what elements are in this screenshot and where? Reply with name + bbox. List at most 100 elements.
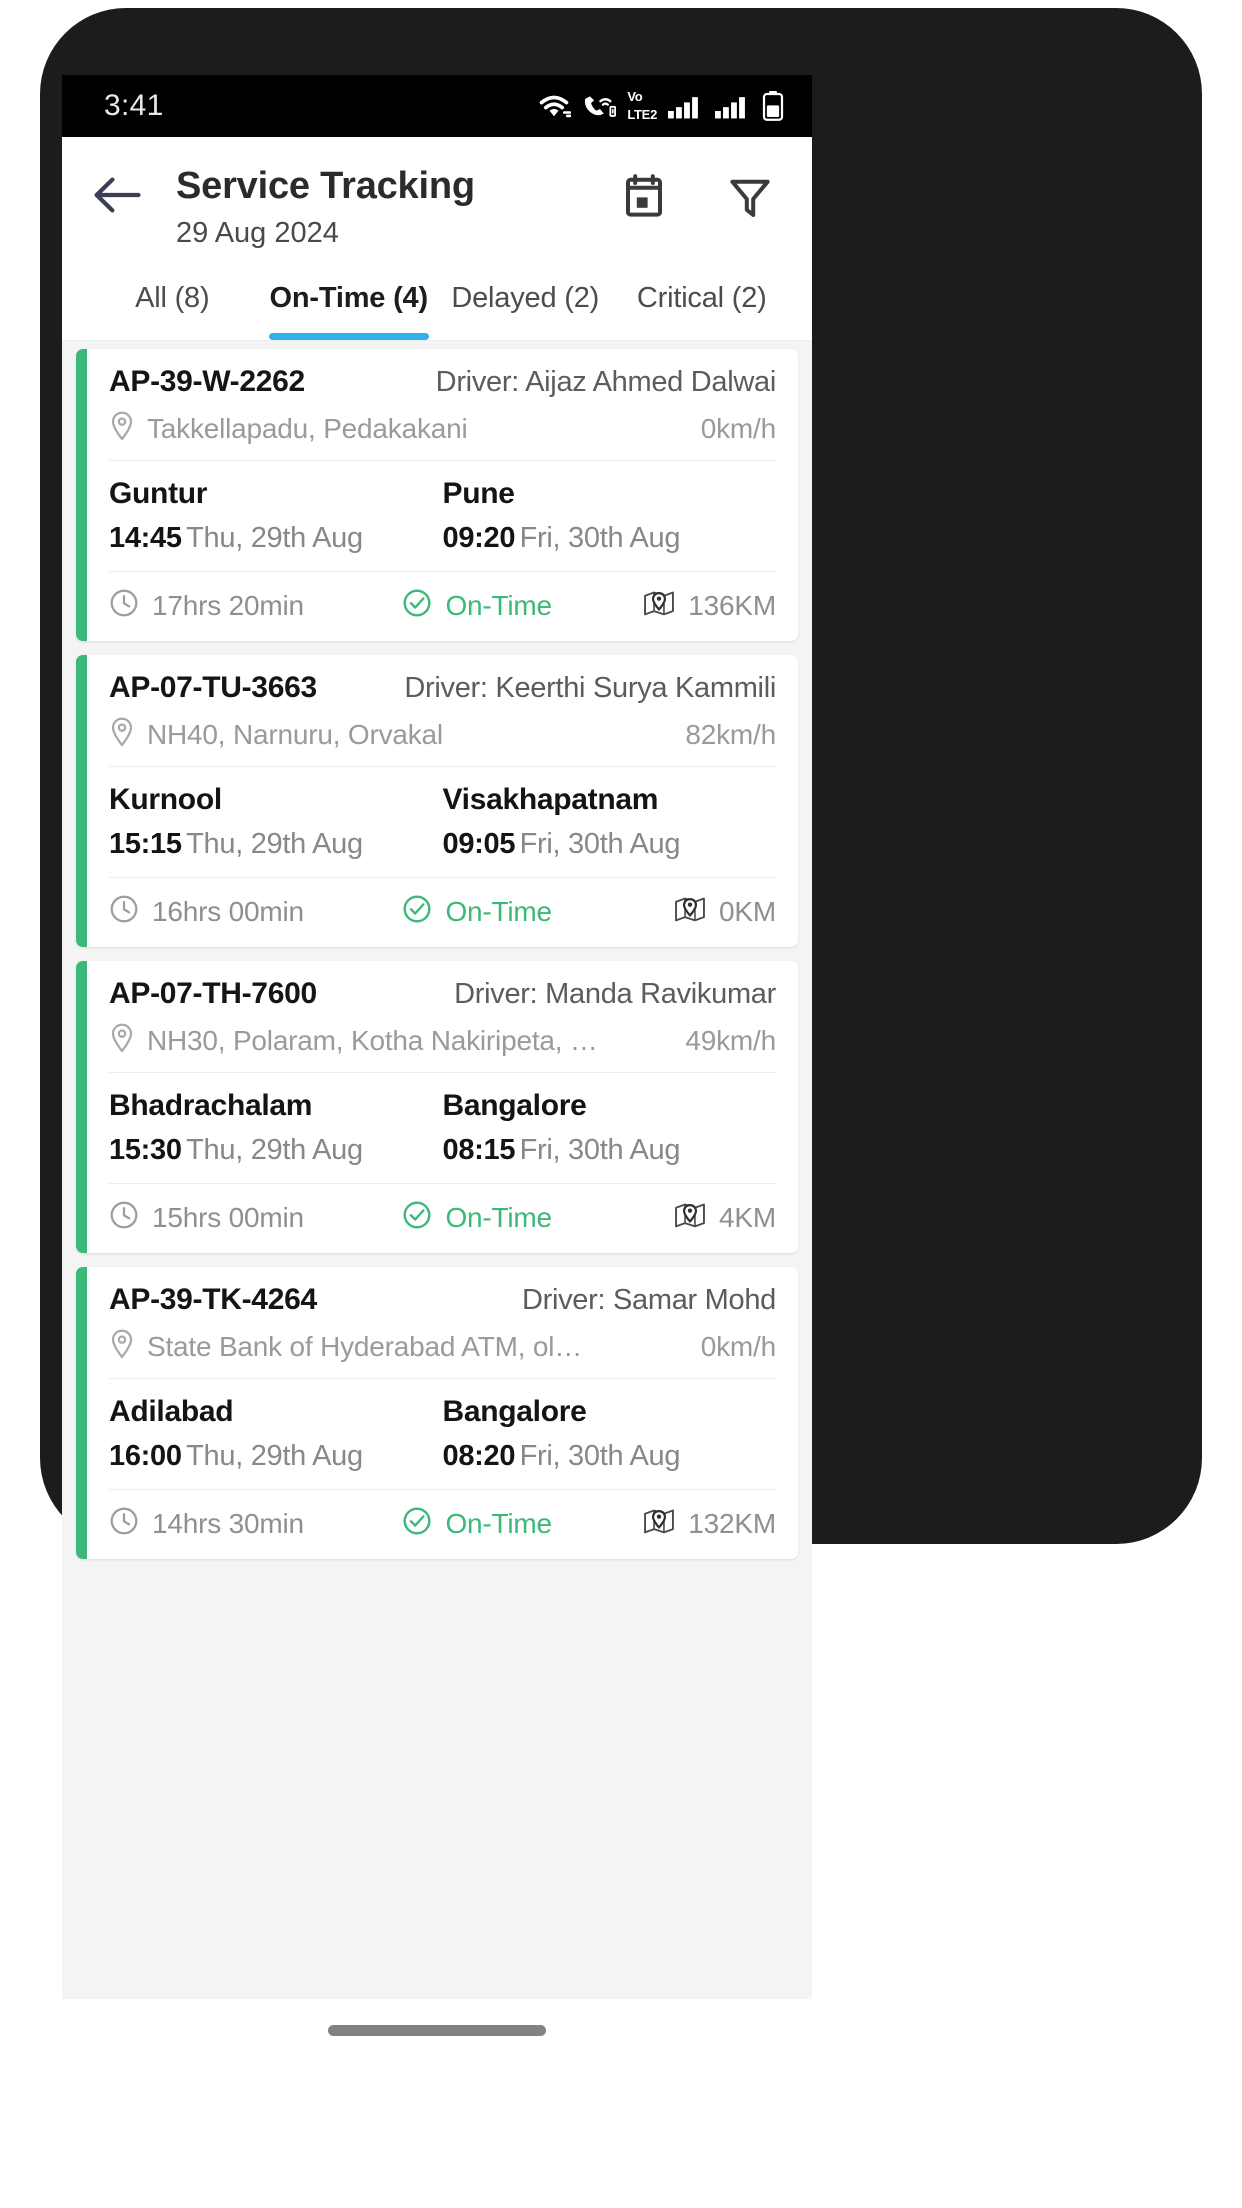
check-circle-icon [402,894,432,929]
trip-distance: 0KM [643,894,776,929]
origin-city: Adilabad [109,1395,234,1428]
trip-card-body: AP-07-TU-3663 Driver: Keerthi Surya Kamm… [87,655,798,947]
trip-card-header: AP-39-W-2262 Driver: Aijaz Ahmed Dalwai [87,349,798,460]
origin-date: Thu, 29th Aug [186,1134,363,1166]
duration-text: 15hrs 00min [152,1201,304,1233]
tab-critical-label: Critical (2) [636,282,767,314]
vehicle-number: AP-07-TH-7600 [109,977,317,1010]
status-accent-bar [76,961,87,1253]
route-origin: Adilabad 16:00 Thu, 29th Aug [109,1395,443,1473]
tab-critical-underline [622,333,783,340]
trip-list[interactable]: AP-39-W-2262 Driver: Aijaz Ahmed Dalwai [62,341,812,1999]
current-speed: 49km/h [685,1024,776,1056]
trip-duration: 14hrs 30min [109,1506,402,1541]
tab-on-time-underline [268,333,429,340]
vehicle-number: AP-39-TK-4264 [109,1283,317,1316]
location-pin-icon [109,411,135,446]
trip-card-header: AP-39-TK-4264 Driver: Samar Mohd State B… [87,1267,798,1378]
status-bar: 3:41 Vo LTE2 [62,75,812,137]
map-pin-icon [643,588,675,623]
table-row[interactable]: AP-39-W-2262 Driver: Aijaz Ahmed Dalwai [76,349,798,641]
status-bar-icons: Vo LTE2 [537,88,784,124]
route-origin: Kurnool 15:15 Thu, 29th Aug [109,783,443,861]
location-pin-icon [109,717,135,752]
origin-date: Thu, 29th Aug [186,522,363,554]
table-row[interactable]: AP-07-TH-7600 Driver: Manda Ravikumar NH… [76,961,798,1253]
page-title: Service Tracking [176,165,475,207]
driver-name: Driver: Aijaz Ahmed Dalwai [435,365,777,398]
current-location: Takkellapadu, Pedakakani [147,412,468,444]
trip-card-body: AP-39-W-2262 Driver: Aijaz Ahmed Dalwai [87,349,798,641]
status-text: On-Time [445,895,552,927]
table-row[interactable]: AP-07-TU-3663 Driver: Keerthi Surya Kamm… [76,655,798,947]
destination-date: Fri, 30th Aug [519,1440,681,1472]
destination-date: Fri, 30th Aug [519,828,681,860]
trip-card-header: AP-07-TU-3663 Driver: Keerthi Surya Kamm… [87,655,798,766]
trip-card-body: AP-07-TH-7600 Driver: Manda Ravikumar NH… [87,961,798,1253]
wifi-icon [537,93,572,119]
status-badge: On-Time [402,894,642,929]
status-text: On-Time [445,1201,552,1233]
map-pin-icon [674,894,706,929]
location-pin-icon [109,1329,135,1364]
trip-card-footer: 16hrs 00min On-Time 0KM [87,878,798,947]
duration-text: 14hrs 30min [152,1507,304,1539]
app-bar-titles: Service Tracking 29 Aug 2024 [154,163,620,250]
distance-text: 132KM [688,1507,776,1539]
driver-name: Driver: Samar Mohd [521,1283,776,1316]
destination-time: 09:05 [442,828,516,860]
tab-critical[interactable]: Critical (2) [614,264,791,340]
tab-delayed-label: Delayed (2) [451,282,600,314]
back-button[interactable] [92,163,154,225]
route-destination: Bangalore 08:20 Fri, 30th Aug [443,1395,777,1473]
current-location: NH40, Narnuru, Orvakal [147,718,443,750]
distance-text: 0KM [719,895,776,927]
route-origin: Bhadrachalam 15:30 Thu, 29th Aug [109,1089,443,1167]
origin-time: 16:00 [109,1440,182,1472]
map-pin-icon [643,1506,675,1541]
current-speed: 82km/h [685,718,776,750]
trip-card-footer: 17hrs 20min On-Time 136KM [87,572,798,641]
phone-screen: 3:41 Vo LTE2 Service Tracking 29 Aug 202… [62,75,812,2040]
destination-city: Bangalore [442,1089,587,1122]
trip-distance: 136KM [643,588,776,623]
trip-card-header: AP-07-TH-7600 Driver: Manda Ravikumar NH… [87,961,798,1072]
tab-all[interactable]: All (8) [84,264,261,340]
signal-bars-sim2-icon [715,93,751,119]
trip-card-body: AP-39-TK-4264 Driver: Samar Mohd State B… [87,1267,798,1559]
route-destination: Pune 09:20 Fri, 30th Aug [443,477,777,555]
route-destination: Bangalore 08:15 Fri, 30th Aug [443,1089,777,1167]
tab-delayed[interactable]: Delayed (2) [437,264,614,340]
destination-time: 08:20 [442,1440,516,1472]
current-speed: 0km/h [700,412,776,444]
calendar-icon[interactable] [620,173,668,226]
back-arrow-icon [92,175,142,220]
trip-distance: 4KM [643,1200,776,1235]
filter-icon[interactable] [726,173,774,226]
origin-city: Guntur [109,477,208,510]
trip-duration: 15hrs 00min [109,1200,402,1235]
gesture-navigation-bar [62,1999,812,2040]
table-row[interactable]: AP-39-TK-4264 Driver: Samar Mohd State B… [76,1267,798,1559]
vowifi-call-icon [582,93,617,119]
current-location: State Bank of Hyderabad ATM, ol… [147,1330,583,1362]
vehicle-number: AP-39-W-2262 [109,365,305,398]
clock-icon [109,1200,139,1235]
trip-card-footer: 14hrs 30min On-Time 132KM [87,1490,798,1559]
duration-text: 16hrs 00min [152,895,304,927]
home-gesture-pill[interactable] [328,2024,546,2036]
driver-name: Driver: Keerthi Surya Kammili [404,671,776,704]
route-origin: Guntur 14:45 Thu, 29th Aug [109,477,443,555]
destination-city: Visakhapatnam [442,783,659,816]
destination-date: Fri, 30th Aug [519,1134,681,1166]
origin-city: Kurnool [109,783,222,816]
tab-on-time[interactable]: On-Time (4) [261,264,438,340]
tab-bar: All (8) On-Time (4) Delayed (2) Critical… [62,264,812,341]
map-pin-icon [674,1200,706,1235]
status-accent-bar [76,1267,87,1559]
current-location: NH30, Polaram, Kotha Nakiripeta, … [147,1024,598,1056]
origin-date: Thu, 29th Aug [186,1440,363,1472]
origin-time: 15:30 [109,1134,182,1166]
page-subtitle: 29 Aug 2024 [176,217,339,249]
status-text: On-Time [445,1507,552,1539]
